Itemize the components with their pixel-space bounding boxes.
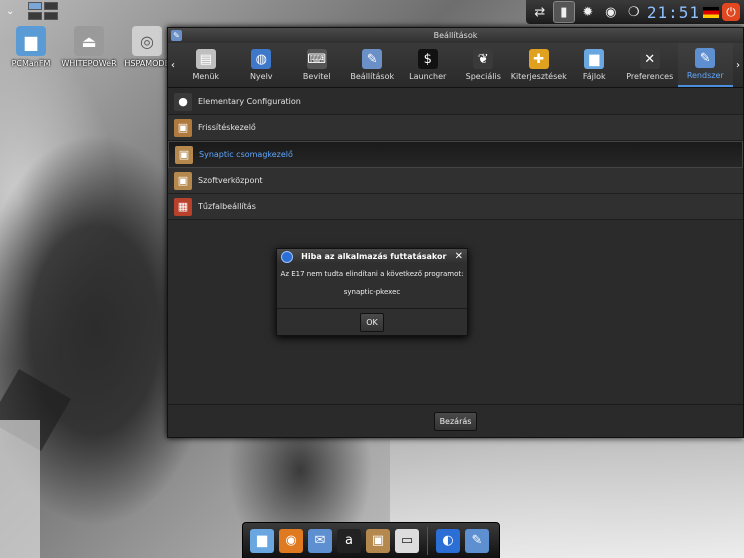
desktop-icon-pcmanfm[interactable]: ▆ PCManFM: [2, 26, 60, 68]
folder-icon[interactable]: ▆: [250, 528, 274, 553]
network-icon[interactable]: ⇄: [530, 2, 550, 22]
eye-icon[interactable]: ◉: [279, 528, 303, 553]
keyboard-icon: ⌨: [306, 49, 327, 69]
package-icon[interactable]: ▣: [366, 528, 390, 553]
tab-label: Rendszer: [686, 71, 724, 80]
power-icon[interactable]: ⏻: [722, 3, 740, 21]
tab-label: Kiterjesztések: [510, 72, 567, 81]
close-icon[interactable]: ✕: [455, 251, 463, 262]
bulb-icon[interactable]: ❍: [624, 2, 644, 22]
e17-icon: [281, 250, 293, 263]
tab-label: Menük: [192, 72, 220, 81]
pager-desk-3[interactable]: [28, 12, 43, 20]
pager-desk-1[interactable]: [28, 2, 43, 10]
disc-icon: ◎: [132, 26, 162, 56]
settings-icon: ✎: [362, 49, 383, 69]
error-dialog: Hiba az alkalmazás futtatásakor ✕ Az E17…: [276, 248, 468, 336]
drive-icon[interactable]: ▭: [395, 528, 419, 553]
top-right-shelf: ⇄ ▮ ✹ ◉ ❍ 21:51 ⏻: [525, 0, 744, 24]
list-item[interactable]: ▣ Synaptic csomagkezelő: [168, 141, 743, 168]
dialog-program-name: synaptic-pkexec: [343, 288, 401, 296]
top-left-shelf: ⌄: [0, 0, 59, 22]
tab-label: Preferences: [626, 72, 674, 81]
tab-label: Speciális: [465, 72, 501, 81]
dialog-message: Az E17 nem tudta elindítani a következő …: [280, 270, 464, 278]
desktop-icon-whitepower[interactable]: ⏏ WHITEPOWeR: [60, 26, 118, 68]
tab-label: Fájlok: [582, 72, 606, 81]
chevron-down-icon[interactable]: ⌄: [6, 6, 14, 17]
tab-system[interactable]: ✎ Rendszer: [677, 43, 733, 87]
list-item-label: Synaptic csomagkezelő: [199, 150, 293, 159]
tab-tools[interactable]: ✕ Preferences: [622, 43, 678, 87]
tab-puzzle[interactable]: ✚ Kiterjesztések: [511, 43, 567, 87]
category-toolbar: ‹ ▤ Menük ◍ Nyelv ⌨ Bevitel ✎ Beállítások $ Launc…: [168, 43, 743, 88]
list-item[interactable]: ▣ Szoftverközpont: [168, 168, 743, 194]
settings-icon: ✎: [171, 30, 182, 41]
font-icon[interactable]: a: [337, 528, 361, 553]
window-title: Beállítások: [433, 31, 478, 40]
folder-icon: ▆: [16, 26, 46, 56]
bottom-dock: ▆ ◉ ✉ a ▣ ▭ ◐ ✎: [242, 522, 500, 558]
update-icon: ▣: [174, 118, 192, 137]
tab-terminal[interactable]: $ Launcher: [400, 43, 456, 87]
pager-desk-2[interactable]: [44, 2, 59, 10]
e17-icon[interactable]: ◐: [436, 528, 460, 553]
globe-icon: ◍: [251, 49, 272, 69]
dialog-titlebar[interactable]: Hiba az alkalmazás futtatásakor ✕: [277, 249, 467, 264]
tab-label: Bevitel: [302, 72, 331, 81]
list-item[interactable]: ▣ Frissítéskezelő: [168, 115, 743, 141]
scroll-left-arrow[interactable]: ‹: [168, 43, 178, 87]
tab-globe[interactable]: ◍ Nyelv: [234, 43, 290, 87]
flag-icon[interactable]: [703, 6, 719, 18]
window-titlebar[interactable]: ✎ Beállítások: [168, 28, 743, 43]
gear-icon[interactable]: ✹: [578, 2, 598, 22]
firewall-icon: ▦: [174, 197, 192, 216]
tools-icon: ✕: [639, 49, 660, 69]
list-item-label: Frissítéskezelő: [198, 123, 256, 132]
package-icon: ▣: [175, 145, 193, 164]
list-item-label: Szoftverközpont: [198, 176, 263, 185]
eject-icon: ⏏: [74, 26, 104, 56]
elementary-icon: ●: [174, 92, 192, 111]
list-item[interactable]: ● Elementary Configuration: [168, 89, 743, 115]
clock[interactable]: 21:51: [647, 3, 700, 22]
puzzle-icon: ✚: [528, 49, 549, 69]
feather-icon: ❦: [473, 49, 494, 69]
folder-icon: ▆: [584, 49, 605, 69]
tab-folder[interactable]: ▆ Fájlok: [567, 43, 623, 87]
window-footer: Bezárás: [168, 404, 743, 437]
settings-icon[interactable]: ✎: [465, 528, 489, 553]
tab-keyboard[interactable]: ⌨ Bevitel: [289, 43, 345, 87]
tab-feather[interactable]: ❦ Speciális: [456, 43, 512, 87]
scroll-right-arrow[interactable]: ›: [733, 43, 743, 87]
settings-window: ✎ Beállítások ‹ ▤ Menük ◍ Nyelv ⌨ Bevitel ✎ Beá…: [167, 27, 744, 438]
desktop-icon-label: WHITEPOWeR: [61, 59, 117, 68]
stamp-icon[interactable]: ✉: [308, 528, 332, 553]
pager-desk-4[interactable]: [44, 12, 59, 20]
dock-separator: [427, 526, 428, 555]
menu-icon: ▤: [195, 49, 216, 69]
tab-label: Launcher: [409, 72, 447, 81]
signal-icon[interactable]: ▮: [552, 1, 575, 23]
desktop-icon-label: PCManFM: [11, 59, 51, 68]
terminal-icon: $: [417, 49, 438, 69]
list-item-label: Elementary Configuration: [198, 97, 301, 106]
close-button[interactable]: Bezárás: [433, 411, 478, 431]
system-icon: ✎: [695, 48, 716, 68]
tab-label: Nyelv: [249, 72, 273, 81]
desktop-pager[interactable]: [28, 2, 59, 20]
camera-icon[interactable]: ◉: [601, 2, 621, 22]
dialog-title: Hiba az alkalmazás futtatásakor: [301, 252, 447, 261]
software-center-icon: ▣: [174, 171, 192, 190]
tab-settings[interactable]: ✎ Beállítások: [345, 43, 401, 87]
tab-label: Beállítások: [350, 72, 395, 81]
tab-menu[interactable]: ▤ Menük: [178, 43, 234, 87]
ok-button[interactable]: OK: [360, 312, 384, 332]
module-list: ● Elementary Configuration ▣ Frissítéskezel…: [168, 89, 743, 220]
list-item[interactable]: ▦ Tűzfalbeállítás: [168, 194, 743, 220]
list-item-label: Tűzfalbeállítás: [198, 202, 256, 211]
